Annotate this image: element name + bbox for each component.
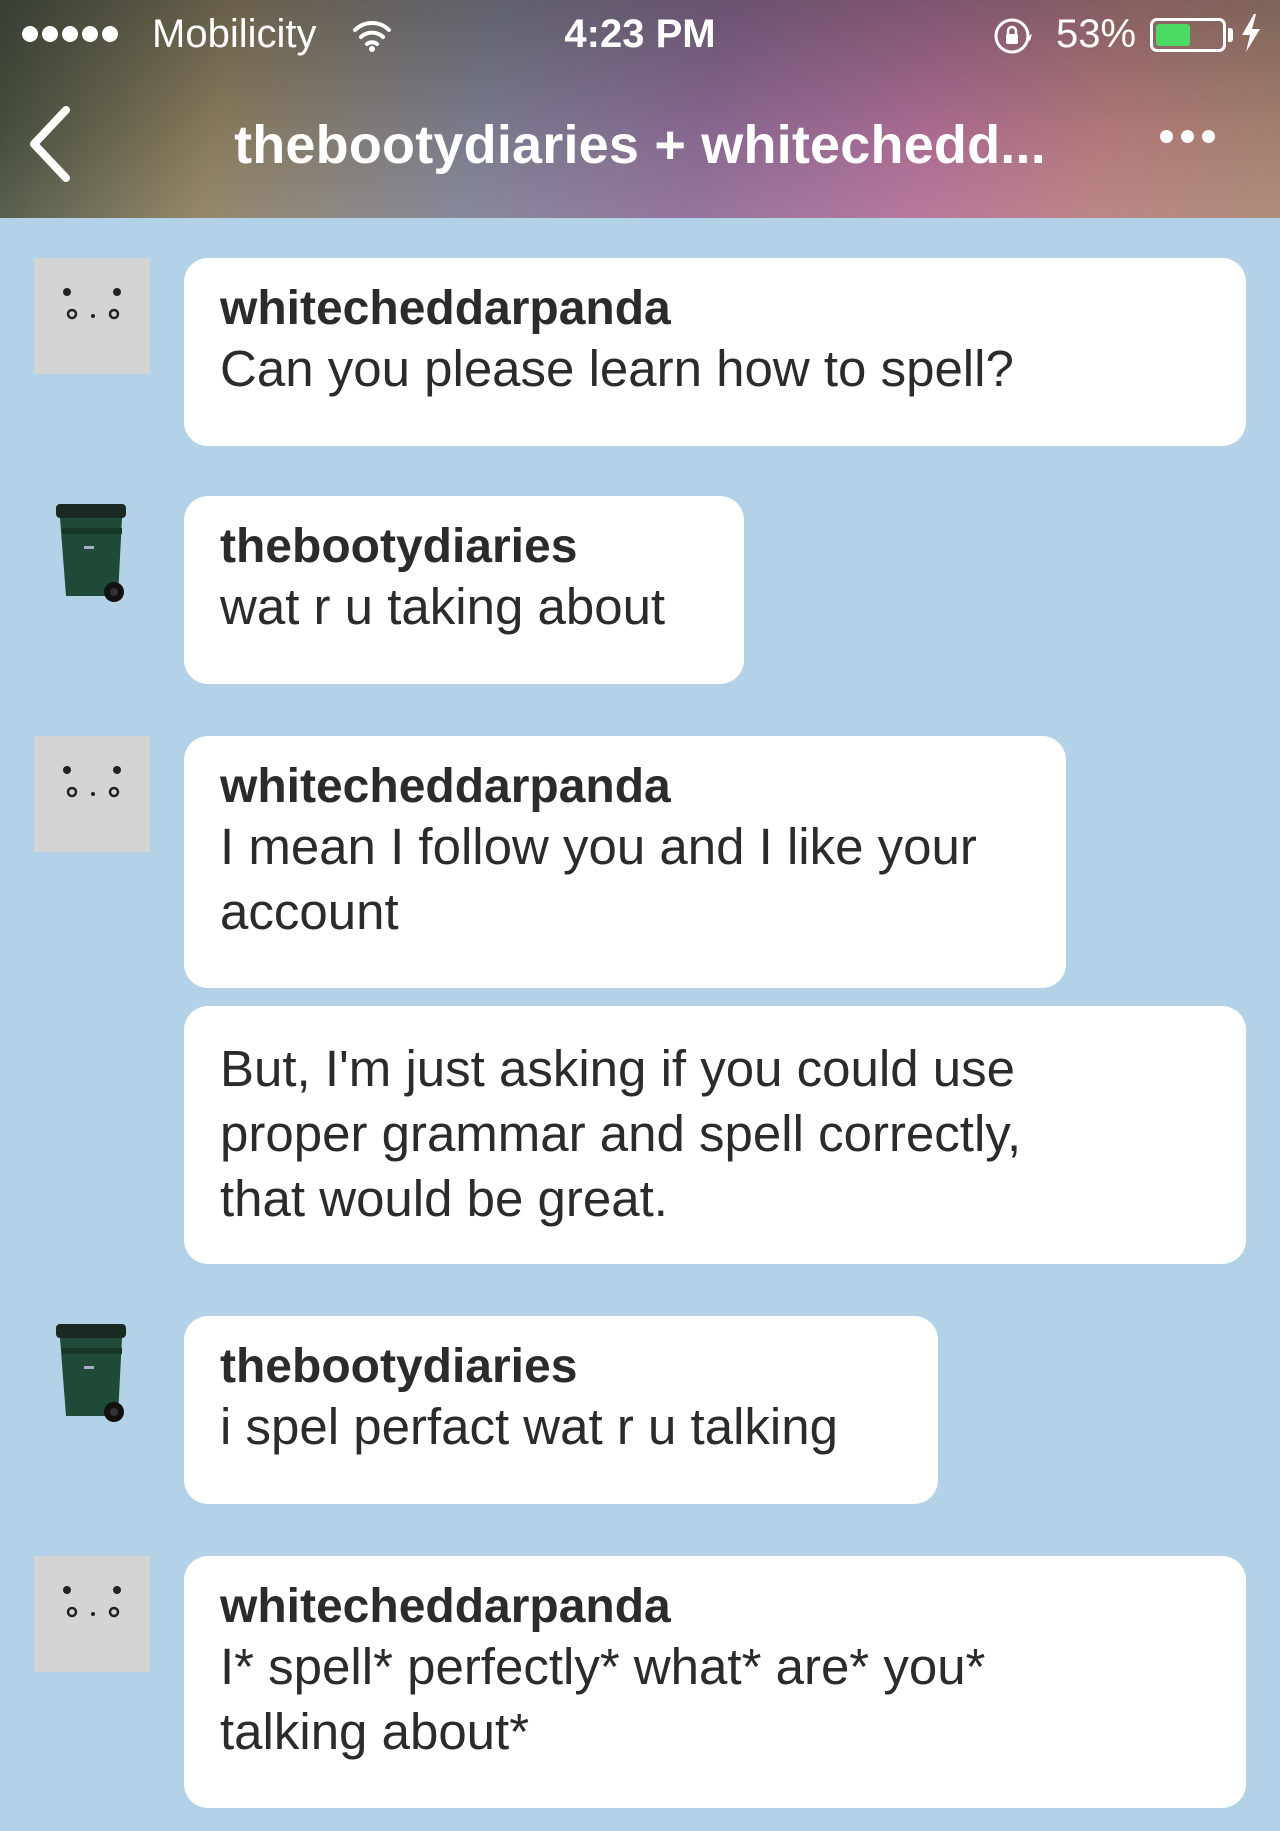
charging-bolt-icon (1240, 14, 1262, 57)
conversation-title: thebootydiaries + whitechedd... (234, 115, 1046, 175)
message-author: whitecheddarpanda (220, 1580, 671, 1633)
message-text: wat r u taking about (220, 578, 666, 635)
message-bubble[interactable]: whitecheddarpanda I mean I follow you an… (184, 736, 1066, 988)
message-text: i spel perfact wat r u talking (220, 1398, 838, 1455)
message-bubble[interactable]: thebootydiaries i spel perfact wat r u t… (184, 1316, 938, 1504)
battery-level-fill (1156, 24, 1190, 46)
trash-bin-avatar-icon[interactable] (34, 496, 150, 612)
message-author: whitecheddarpanda (220, 760, 671, 813)
message-text-line: I* spell* perfectly* what* are* you* (220, 1638, 986, 1695)
battery-tip (1228, 28, 1233, 42)
message-author: thebootydiaries (220, 520, 578, 573)
more-options-icon[interactable] (1160, 130, 1215, 143)
message-text-line: But, I'm just asking if you could use (220, 1040, 1015, 1097)
panda-avatar-icon[interactable] (34, 258, 150, 374)
message-text-line: account (220, 883, 399, 940)
panda-avatar-icon[interactable] (34, 1556, 150, 1672)
message-text: Can you please learn how to spell? (220, 340, 1014, 397)
message-bubble[interactable]: thebootydiaries wat r u taking about (184, 496, 744, 684)
panda-avatar-icon[interactable] (34, 736, 150, 852)
navigation-bar: thebootydiaries + whitechedd... (0, 70, 1280, 218)
message-bubble[interactable]: whitecheddarpanda Can you please learn h… (184, 258, 1246, 446)
message-text-line: that would be great. (220, 1170, 668, 1227)
message-text-line: I mean I follow you and I like your (220, 818, 977, 875)
message-bubble[interactable]: But, I'm just asking if you could use pr… (184, 1006, 1246, 1264)
message-text-line: talking about* (220, 1703, 530, 1760)
battery-percentage: 53% (1056, 12, 1137, 56)
status-bar: Mobilicity 4:23 PM 53% (0, 0, 1280, 70)
message-author: whitecheddarpanda (220, 282, 671, 335)
battery-icon (1150, 18, 1226, 52)
message-author: thebootydiaries (220, 1340, 578, 1393)
message-text-line: proper grammar and spell correctly, (220, 1105, 1022, 1162)
trash-bin-avatar-icon[interactable] (34, 1316, 150, 1432)
rotation-lock-icon (992, 16, 1036, 61)
message-bubble[interactable]: whitecheddarpanda I* spell* perfectly* w… (184, 1556, 1246, 1808)
